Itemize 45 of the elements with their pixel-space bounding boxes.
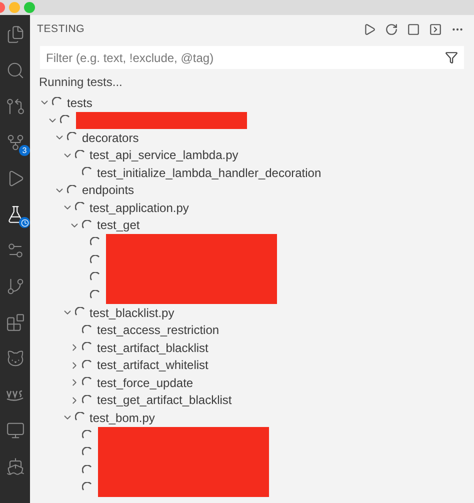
spinner-icon	[82, 394, 93, 406]
spinner-icon	[60, 114, 70, 126]
filter-icon[interactable]	[445, 51, 458, 64]
monitor-icon	[6, 420, 24, 440]
panel-title: TESTING	[37, 23, 85, 35]
spinner-icon	[67, 184, 78, 196]
files-icon	[6, 24, 24, 44]
status-text: Running tests...	[38, 74, 124, 91]
test-item[interactable]: test_application.py	[90, 200, 189, 215]
stop-icon[interactable]	[407, 22, 420, 36]
spinner-icon	[82, 360, 93, 371]
test-item[interactable]: endpoints	[82, 183, 134, 198]
ship-icon	[6, 456, 24, 476]
spinner-icon	[90, 254, 100, 266]
branch-icon	[6, 276, 24, 296]
source-control-icon	[6, 132, 24, 152]
test-item[interactable]: test_get_artifact_blacklist	[97, 393, 232, 408]
test-item[interactable]: test_get	[97, 218, 140, 232]
blocks-icon	[6, 312, 24, 332]
test-item[interactable]: test_blacklist.py	[90, 306, 174, 320]
sliders-icon	[6, 240, 24, 260]
count-badge: 3	[19, 145, 30, 156]
run-icon[interactable]	[363, 22, 376, 36]
spinner-icon	[82, 324, 93, 336]
search-icon	[6, 60, 24, 80]
refresh-icon[interactable]	[385, 22, 398, 36]
clock-badge-icon	[19, 217, 30, 228]
spinner-icon	[82, 430, 93, 441]
pull-request-icon	[6, 96, 24, 116]
test-item[interactable]: test_bom.py	[90, 410, 155, 425]
spinner-icon	[82, 464, 93, 476]
spinner-icon	[74, 150, 86, 161]
test-item[interactable]: test_api_service_lambda.py	[90, 148, 238, 162]
cat-icon	[6, 348, 24, 368]
filter-field[interactable]: Filter (e.g. text, !exclude, @tag)	[40, 46, 439, 69]
terminal-icon[interactable]	[429, 22, 442, 36]
test-item[interactable]: tests	[67, 96, 92, 110]
test-item[interactable]: test_artifact_whitelist	[97, 358, 208, 372]
spinner-icon	[90, 290, 100, 301]
test-item[interactable]: test_initialize_lambda_handler_decoration	[97, 166, 322, 180]
spinner-icon	[82, 220, 93, 231]
test-item[interactable]: test_access_restriction	[97, 323, 220, 338]
test-item[interactable]: decorators	[82, 130, 139, 145]
test-item[interactable]: test_artifact_blacklist	[97, 340, 208, 355]
test-item[interactable]: test_force_update	[97, 376, 194, 390]
